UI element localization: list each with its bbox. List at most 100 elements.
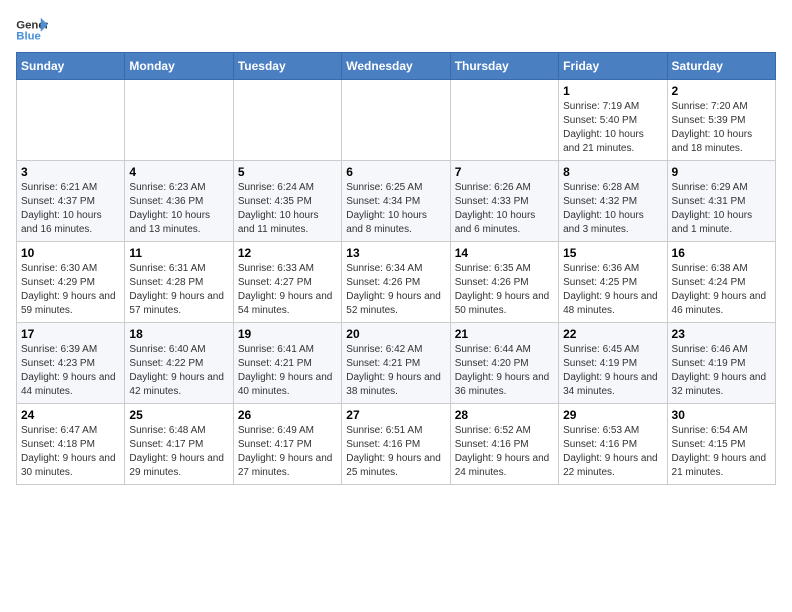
day-info: Sunrise: 6:53 AMSunset: 4:16 PMDaylight:… bbox=[563, 424, 662, 480]
calendar-cell: 1 Sunrise: 7:19 AMSunset: 5:40 PMDaylight… bbox=[559, 80, 667, 161]
day-number: 25 bbox=[129, 408, 228, 422]
calendar-cell: 4 Sunrise: 6:23 AMSunset: 4:36 PMDaylight… bbox=[125, 161, 233, 242]
calendar-cell: 26Sunrise: 6:49 AMSunset: 4:17 PMDayligh… bbox=[233, 404, 341, 485]
day-info: Sunrise: 6:52 AMSunset: 4:16 PMDaylight:… bbox=[455, 424, 554, 480]
calendar-cell: 17 Sunrise: 6:39 AMSunset: 4:23 PMDayligh… bbox=[17, 323, 125, 404]
day-info: Sunrise: 6:45 AMSunset: 4:19 PMDaylight:… bbox=[563, 343, 662, 399]
calendar-cell: 25Sunrise: 6:48 AMSunset: 4:17 PMDayligh… bbox=[125, 404, 233, 485]
calendar-week-row: 10 Sunrise: 6:30 AMSunset: 4:29 PMDayligh… bbox=[17, 242, 776, 323]
day-of-week-header: Saturday bbox=[667, 53, 775, 80]
calendar-cell: 12 Sunrise: 6:33 AMSunset: 4:27 PMDayligh… bbox=[233, 242, 341, 323]
day-number: 10 bbox=[21, 246, 120, 260]
day-info: Sunrise: 6:36 AMSunset: 4:25 PMDaylight:… bbox=[563, 262, 662, 318]
day-number: 3 bbox=[21, 165, 120, 179]
calendar-cell: 6 Sunrise: 6:25 AMSunset: 4:34 PMDaylight… bbox=[342, 161, 450, 242]
day-number: 12 bbox=[238, 246, 337, 260]
calendar-cell bbox=[17, 80, 125, 161]
day-number: 16 bbox=[672, 246, 771, 260]
day-number: 28 bbox=[455, 408, 554, 422]
day-info: Sunrise: 6:34 AMSunset: 4:26 PMDaylight:… bbox=[346, 262, 445, 318]
day-number: 6 bbox=[346, 165, 445, 179]
calendar-cell: 19 Sunrise: 6:41 AMSunset: 4:21 PMDayligh… bbox=[233, 323, 341, 404]
day-info: Sunrise: 6:42 AMSunset: 4:21 PMDaylight:… bbox=[346, 343, 445, 399]
day-number: 26 bbox=[238, 408, 337, 422]
calendar-cell: 18 Sunrise: 6:40 AMSunset: 4:22 PMDayligh… bbox=[125, 323, 233, 404]
logo-icon: General Blue bbox=[16, 16, 48, 44]
calendar-cell: 11Sunrise: 6:31 AMSunset: 4:28 PMDayligh… bbox=[125, 242, 233, 323]
day-number: 18 bbox=[129, 327, 228, 341]
day-number: 13 bbox=[346, 246, 445, 260]
day-number: 19 bbox=[238, 327, 337, 341]
calendar-cell bbox=[342, 80, 450, 161]
calendar-week-row: 24 Sunrise: 6:47 AMSunset: 4:18 PMDayligh… bbox=[17, 404, 776, 485]
day-number: 2 bbox=[672, 84, 771, 98]
calendar-week-row: 17 Sunrise: 6:39 AMSunset: 4:23 PMDayligh… bbox=[17, 323, 776, 404]
day-info: Sunrise: 7:20 AMSunset: 5:39 PMDaylight:… bbox=[672, 100, 771, 156]
day-of-week-header: Thursday bbox=[450, 53, 558, 80]
day-info: Sunrise: 6:33 AMSunset: 4:27 PMDaylight:… bbox=[238, 262, 337, 318]
day-number: 9 bbox=[672, 165, 771, 179]
calendar-cell: 23Sunrise: 6:46 AMSunset: 4:19 PMDayligh… bbox=[667, 323, 775, 404]
day-of-week-header: Wednesday bbox=[342, 53, 450, 80]
day-info: Sunrise: 7:19 AMSunset: 5:40 PMDaylight:… bbox=[563, 100, 662, 156]
day-info: Sunrise: 6:47 AMSunset: 4:18 PMDaylight:… bbox=[21, 424, 120, 480]
day-number: 24 bbox=[21, 408, 120, 422]
day-number: 22 bbox=[563, 327, 662, 341]
calendar-header-row: SundayMondayTuesdayWednesdayThursdayFrid… bbox=[17, 53, 776, 80]
day-info: Sunrise: 6:41 AMSunset: 4:21 PMDaylight:… bbox=[238, 343, 337, 399]
day-info: Sunrise: 6:29 AMSunset: 4:31 PMDaylight:… bbox=[672, 181, 771, 237]
day-info: Sunrise: 6:39 AMSunset: 4:23 PMDaylight:… bbox=[21, 343, 120, 399]
calendar-week-row: 3Sunrise: 6:21 AMSunset: 4:37 PMDaylight… bbox=[17, 161, 776, 242]
calendar-cell: 10 Sunrise: 6:30 AMSunset: 4:29 PMDayligh… bbox=[17, 242, 125, 323]
calendar-cell: 21Sunrise: 6:44 AMSunset: 4:20 PMDayligh… bbox=[450, 323, 558, 404]
calendar-cell: 24 Sunrise: 6:47 AMSunset: 4:18 PMDayligh… bbox=[17, 404, 125, 485]
calendar-cell: 29 Sunrise: 6:53 AMSunset: 4:16 PMDayligh… bbox=[559, 404, 667, 485]
calendar-cell: 7 Sunrise: 6:26 AMSunset: 4:33 PMDaylight… bbox=[450, 161, 558, 242]
day-number: 15 bbox=[563, 246, 662, 260]
day-info: Sunrise: 6:40 AMSunset: 4:22 PMDaylight:… bbox=[129, 343, 228, 399]
calendar-cell: 14Sunrise: 6:35 AMSunset: 4:26 PMDayligh… bbox=[450, 242, 558, 323]
day-number: 7 bbox=[455, 165, 554, 179]
calendar-cell: 27 Sunrise: 6:51 AMSunset: 4:16 PMDayligh… bbox=[342, 404, 450, 485]
calendar-week-row: 1 Sunrise: 7:19 AMSunset: 5:40 PMDaylight… bbox=[17, 80, 776, 161]
calendar-cell bbox=[233, 80, 341, 161]
day-number: 20 bbox=[346, 327, 445, 341]
logo: General Blue bbox=[16, 16, 48, 44]
calendar-cell: 9 Sunrise: 6:29 AMSunset: 4:31 PMDaylight… bbox=[667, 161, 775, 242]
calendar-cell: 15 Sunrise: 6:36 AMSunset: 4:25 PMDayligh… bbox=[559, 242, 667, 323]
calendar-cell: 2 Sunrise: 7:20 AMSunset: 5:39 PMDaylight… bbox=[667, 80, 775, 161]
day-number: 29 bbox=[563, 408, 662, 422]
day-number: 4 bbox=[129, 165, 228, 179]
calendar-cell: 30Sunrise: 6:54 AMSunset: 4:15 PMDayligh… bbox=[667, 404, 775, 485]
day-info: Sunrise: 6:30 AMSunset: 4:29 PMDaylight:… bbox=[21, 262, 120, 318]
calendar-cell bbox=[450, 80, 558, 161]
day-info: Sunrise: 6:35 AMSunset: 4:26 PMDaylight:… bbox=[455, 262, 554, 318]
day-info: Sunrise: 6:23 AMSunset: 4:36 PMDaylight:… bbox=[129, 181, 228, 237]
header: General Blue bbox=[16, 16, 776, 44]
calendar-cell: 13 Sunrise: 6:34 AMSunset: 4:26 PMDayligh… bbox=[342, 242, 450, 323]
day-info: Sunrise: 6:51 AMSunset: 4:16 PMDaylight:… bbox=[346, 424, 445, 480]
day-number: 8 bbox=[563, 165, 662, 179]
calendar-cell: 16 Sunrise: 6:38 AMSunset: 4:24 PMDayligh… bbox=[667, 242, 775, 323]
day-info: Sunrise: 6:38 AMSunset: 4:24 PMDaylight:… bbox=[672, 262, 771, 318]
day-number: 11 bbox=[129, 246, 228, 260]
day-of-week-header: Monday bbox=[125, 53, 233, 80]
calendar-cell: 20 Sunrise: 6:42 AMSunset: 4:21 PMDayligh… bbox=[342, 323, 450, 404]
calendar-cell: 22 Sunrise: 6:45 AMSunset: 4:19 PMDayligh… bbox=[559, 323, 667, 404]
day-info: Sunrise: 6:28 AMSunset: 4:32 PMDaylight:… bbox=[563, 181, 662, 237]
day-number: 27 bbox=[346, 408, 445, 422]
svg-text:Blue: Blue bbox=[16, 31, 41, 43]
day-number: 1 bbox=[563, 84, 662, 98]
day-info: Sunrise: 6:26 AMSunset: 4:33 PMDaylight:… bbox=[455, 181, 554, 237]
day-info: Sunrise: 6:25 AMSunset: 4:34 PMDaylight:… bbox=[346, 181, 445, 237]
day-of-week-header: Tuesday bbox=[233, 53, 341, 80]
calendar-cell: 28 Sunrise: 6:52 AMSunset: 4:16 PMDayligh… bbox=[450, 404, 558, 485]
day-info: Sunrise: 6:46 AMSunset: 4:19 PMDaylight:… bbox=[672, 343, 771, 399]
day-number: 17 bbox=[21, 327, 120, 341]
day-info: Sunrise: 6:44 AMSunset: 4:20 PMDaylight:… bbox=[455, 343, 554, 399]
day-number: 5 bbox=[238, 165, 337, 179]
day-info: Sunrise: 6:54 AMSunset: 4:15 PMDaylight:… bbox=[672, 424, 771, 480]
calendar-cell bbox=[125, 80, 233, 161]
day-of-week-header: Friday bbox=[559, 53, 667, 80]
calendar: SundayMondayTuesdayWednesdayThursdayFrid… bbox=[16, 52, 776, 485]
